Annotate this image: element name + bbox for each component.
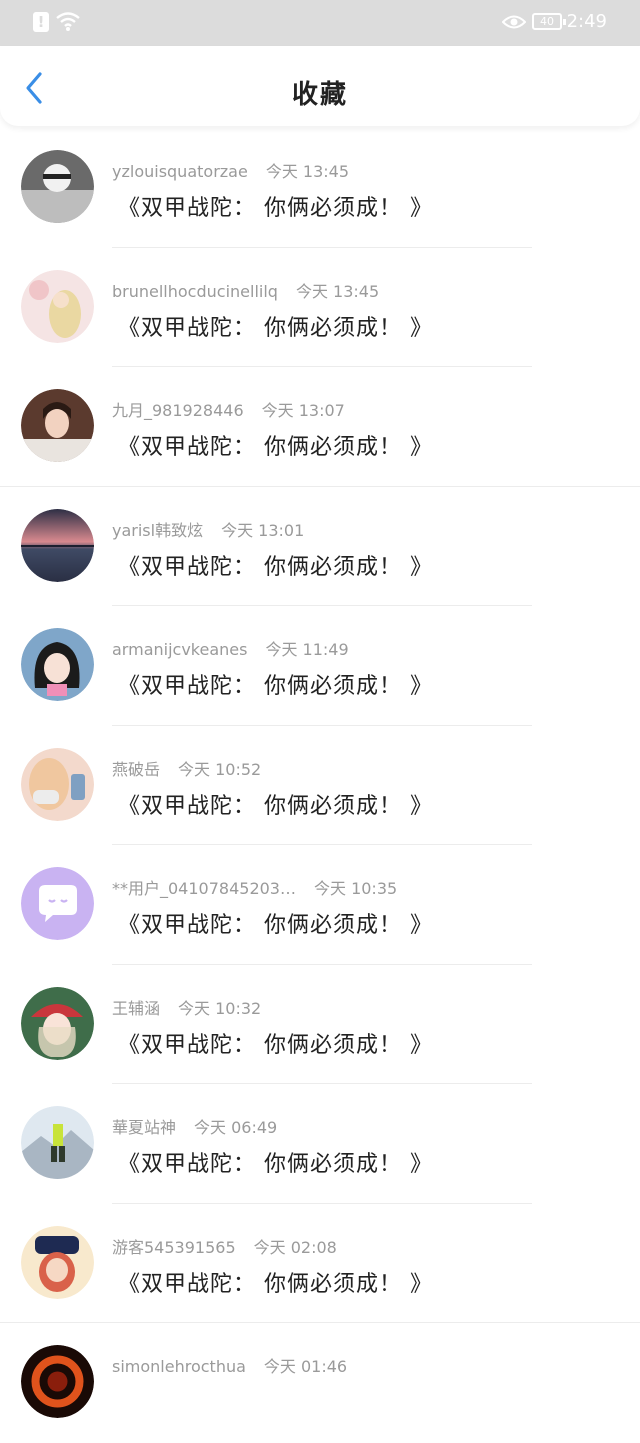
username[interactable]: yarisl韩致炫: [112, 521, 203, 540]
list-item[interactable]: simonlehrocthua 今天 01:46: [0, 1323, 640, 1443]
eye-icon: [502, 15, 526, 29]
favorites-list: yzlouisquatorzae 今天 13:45 《双甲战陀： 你俩必须成！ 》…: [0, 128, 640, 1443]
avatar[interactable]: [21, 150, 94, 223]
timestamp: 今天 13:01: [221, 520, 305, 540]
timestamp: 今天 13:07: [261, 401, 345, 420]
message-text: 《双甲战陀： 你俩必须成！ 》: [118, 196, 433, 221]
page-title: 收藏: [291, 80, 348, 110]
username[interactable]: 游客545391565: [112, 1238, 236, 1257]
timestamp: 今天 13:45: [295, 281, 380, 301]
avatar[interactable]: [21, 628, 94, 701]
timestamp: 今天 01:46: [263, 1357, 348, 1376]
timestamp: 今天 11:49: [265, 640, 349, 659]
message-text: 《双甲战陀： 你俩必须成！ 》: [118, 435, 433, 460]
message-text: 《双甲战陀： 你俩必须成！ 》: [118, 1271, 433, 1297]
avatar[interactable]: [21, 1225, 94, 1299]
list-item[interactable]: yarisl韩致炫 今天 13:01 《双甲战陀： 你俩必须成！ 》: [0, 487, 640, 606]
username[interactable]: 王辅涵: [112, 999, 160, 1018]
avatar[interactable]: [21, 747, 94, 821]
status-bar: 40 2:49: [0, 0, 640, 46]
timestamp: 今天 02:08: [253, 1237, 337, 1257]
timestamp: 今天 06:49: [194, 1118, 278, 1137]
username[interactable]: yzlouisquatorzae: [112, 162, 248, 181]
username[interactable]: simonlehrocthua: [112, 1357, 246, 1376]
avatar[interactable]: [21, 389, 94, 462]
list-item[interactable]: yzlouisquatorzae 今天 13:45 《双甲战陀： 你俩必须成！ 》: [0, 128, 640, 248]
list-item[interactable]: 游客545391565 今天 02:08 《双甲战陀： 你俩必须成！ 》: [0, 1204, 640, 1323]
message-text: 《双甲战陀： 你俩必须成！ 》: [118, 1032, 433, 1058]
message-text: 《双甲战陀： 你俩必须成！ 》: [118, 913, 433, 938]
message-text: 《双甲战陀： 你俩必须成！ 》: [118, 315, 433, 341]
list-item[interactable]: brunellhocducinellilq 今天 13:45 《双甲战陀： 你俩必…: [0, 248, 640, 367]
avatar[interactable]: [21, 1345, 94, 1418]
list-item[interactable]: 九月_981928446 今天 13:07 《双甲战陀： 你俩必须成！ 》: [0, 367, 640, 487]
message-text: 《双甲战陀： 你俩必须成！ 》: [118, 554, 433, 580]
nav-bar: 收藏: [0, 46, 640, 126]
list-item[interactable]: 王辅涵 今天 10:32 《双甲战陀： 你俩必须成！ 》: [0, 965, 640, 1084]
avatar[interactable]: [21, 508, 94, 582]
list-item[interactable]: 華夏站神 今天 06:49 《双甲战陀： 你俩必须成！ 》: [0, 1084, 640, 1204]
list-item[interactable]: **用户_04107845203… 今天 10:35 《双甲战陀： 你俩必须成！ …: [0, 845, 640, 965]
username[interactable]: 燕破岳: [112, 760, 160, 779]
username[interactable]: **用户_04107845203…: [112, 879, 296, 898]
battery-icon: 40: [532, 13, 566, 30]
username[interactable]: 華夏站神: [112, 1118, 176, 1137]
avatar[interactable]: [21, 867, 94, 940]
alert-icon: [33, 12, 49, 32]
timestamp: 今天 10:32: [178, 998, 262, 1018]
wifi-icon: [56, 12, 80, 31]
avatar[interactable]: [21, 269, 94, 343]
username[interactable]: brunellhocducinellilq: [112, 282, 278, 301]
timestamp: 今天 10:35: [313, 879, 398, 898]
message-text: 《双甲战陀： 你俩必须成！ 》: [118, 674, 433, 699]
list-item[interactable]: 燕破岳 今天 10:52 《双甲战陀： 你俩必须成！ 》: [0, 726, 640, 845]
message-text: 《双甲战陀： 你俩必须成！ 》: [118, 1152, 433, 1177]
username[interactable]: armanijcvkeanes: [112, 640, 247, 659]
avatar[interactable]: [21, 1106, 94, 1179]
timestamp: 今天 10:52: [178, 759, 262, 779]
timestamp: 今天 13:45: [265, 162, 350, 181]
username[interactable]: 九月_981928446: [112, 401, 244, 420]
status-time: 2:49: [566, 11, 607, 32]
message-text: 《双甲战陀： 你俩必须成！ 》: [118, 793, 433, 819]
list-item[interactable]: armanijcvkeanes 今天 11:49 《双甲战陀： 你俩必须成！ 》: [0, 606, 640, 726]
avatar[interactable]: [21, 986, 94, 1060]
